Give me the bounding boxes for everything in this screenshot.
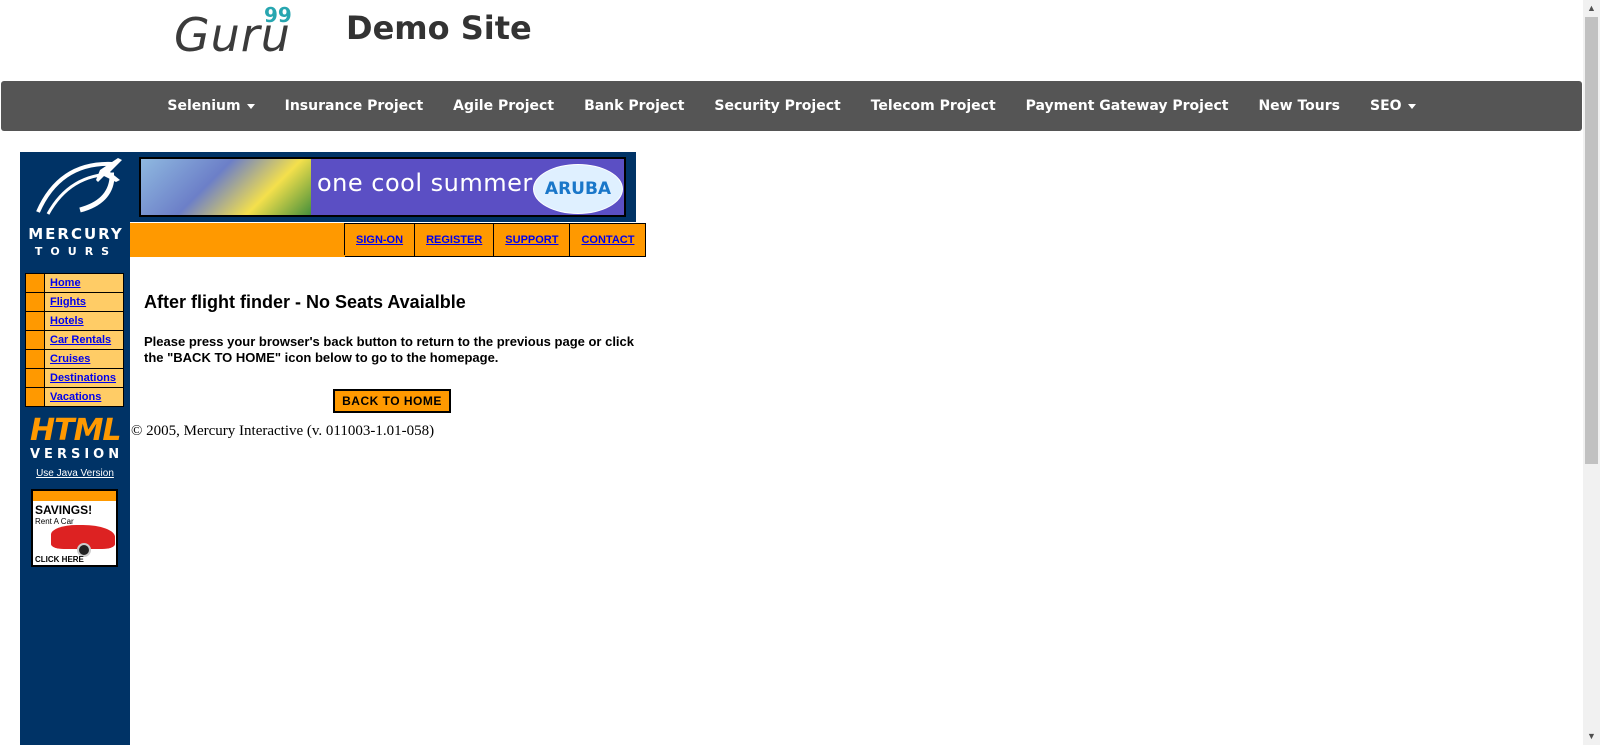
- html-version-big: HTML: [30, 413, 122, 448]
- nav-bullet: [26, 350, 44, 368]
- site-header: Guru 99 Demo Site: [0, 0, 1583, 80]
- page-heading: After flight finder - No Seats Avaialble: [144, 292, 466, 312]
- nav-security-project[interactable]: Security Project: [699, 98, 855, 114]
- guru99-logo-superscript: 99: [264, 3, 292, 27]
- nav-selenium[interactable]: Selenium: [152, 98, 269, 114]
- rent-a-car-ad[interactable]: SAVINGS! Rent A Car CLICK HERE: [31, 489, 118, 567]
- html-version-badge: HTML VERSION: [30, 413, 124, 463]
- left-nav-hotels[interactable]: Hotels: [45, 312, 123, 330]
- mercury-logo-line1: MERCURY: [28, 225, 124, 243]
- left-nav-item: Destinations: [26, 369, 123, 387]
- ad-title: SAVINGS!: [35, 503, 93, 517]
- nav-selenium-label: Selenium: [167, 98, 241, 114]
- ad-top-strip: [33, 491, 116, 501]
- scroll-down-icon[interactable]: ▼: [1583, 728, 1600, 745]
- contact-link[interactable]: CONTACT: [570, 223, 647, 257]
- nav-bullet: [26, 312, 44, 330]
- aruba-logo-text: ARUBA: [544, 179, 612, 199]
- aruba-logo: ARUBA: [533, 164, 623, 214]
- left-nav-item: Flights: [26, 293, 123, 311]
- html-version-small: VERSION: [30, 447, 124, 462]
- back-to-home-button[interactable]: BACK TO HOME: [333, 389, 451, 413]
- register-link[interactable]: REGISTER: [415, 223, 495, 257]
- nav-bullet: [26, 293, 44, 311]
- sign-on-link[interactable]: SIGN-ON: [345, 223, 416, 257]
- caret-down-icon: [1407, 103, 1416, 109]
- airplane-logo-icon: [36, 158, 122, 215]
- left-nav-item: Cruises: [26, 350, 123, 368]
- left-nav-vacations[interactable]: Vacations: [45, 388, 123, 406]
- main-navbar: Selenium Insurance Project Agile Project…: [1, 81, 1582, 131]
- caret-down-icon: [246, 103, 255, 109]
- top-links: SIGN-ON REGISTER SUPPORT CONTACT: [344, 223, 647, 257]
- left-nav-flights[interactable]: Flights: [45, 293, 123, 311]
- ad-click-here: CLICK HERE: [35, 555, 84, 564]
- nav-bullet: [26, 388, 44, 406]
- support-link[interactable]: SUPPORT: [494, 223, 571, 257]
- site-title: Demo Site: [346, 9, 532, 47]
- banner-photo: [141, 159, 311, 215]
- nav-insurance-project[interactable]: Insurance Project: [270, 98, 439, 114]
- left-nav-destinations[interactable]: Destinations: [45, 369, 123, 387]
- left-nav-item: Car Rentals: [26, 331, 123, 349]
- left-nav-item: Vacations: [26, 388, 123, 406]
- banner-text: one cool summer: [317, 169, 533, 197]
- left-nav-cruises[interactable]: Cruises: [45, 350, 123, 368]
- aruba-banner[interactable]: one cool summer ARUBA: [139, 157, 626, 217]
- mercury-logo-text: MERCURY TOURS: [26, 226, 126, 260]
- nav-payment-gateway-project[interactable]: Payment Gateway Project: [1011, 98, 1244, 114]
- nav-bank-project[interactable]: Bank Project: [569, 98, 699, 114]
- left-nav-car-rentals[interactable]: Car Rentals: [45, 331, 123, 349]
- left-nav-item: Home: [26, 274, 123, 292]
- nav-agile-project[interactable]: Agile Project: [438, 98, 569, 114]
- nav-new-tours[interactable]: New Tours: [1243, 98, 1355, 114]
- mercury-logo-line2: TOURS: [34, 245, 118, 258]
- left-nav-item: Hotels: [26, 312, 123, 330]
- use-java-version-link[interactable]: Use Java Version: [25, 468, 125, 479]
- left-nav-home[interactable]: Home: [45, 274, 123, 292]
- mercury-logo: MERCURY TOURS: [20, 152, 130, 260]
- scrollbar-thumb[interactable]: [1585, 17, 1598, 464]
- copyright: © 2005, Mercury Interactive (v. 011003-1…: [131, 423, 435, 439]
- nav-seo[interactable]: SEO: [1355, 98, 1431, 114]
- info-message: Please press your browser's back button …: [144, 334, 635, 365]
- vertical-scrollbar[interactable]: ▲ ▼: [1583, 0, 1600, 745]
- nav-telecom-project[interactable]: Telecom Project: [856, 98, 1011, 114]
- nav-bullet: [26, 369, 44, 387]
- scroll-up-icon[interactable]: ▲: [1583, 0, 1600, 17]
- left-nav: Home Flights Hotels Car Rentals Cruises …: [25, 273, 124, 407]
- nav-seo-label: SEO: [1370, 98, 1402, 114]
- nav-bullet: [26, 274, 44, 292]
- nav-bullet: [26, 331, 44, 349]
